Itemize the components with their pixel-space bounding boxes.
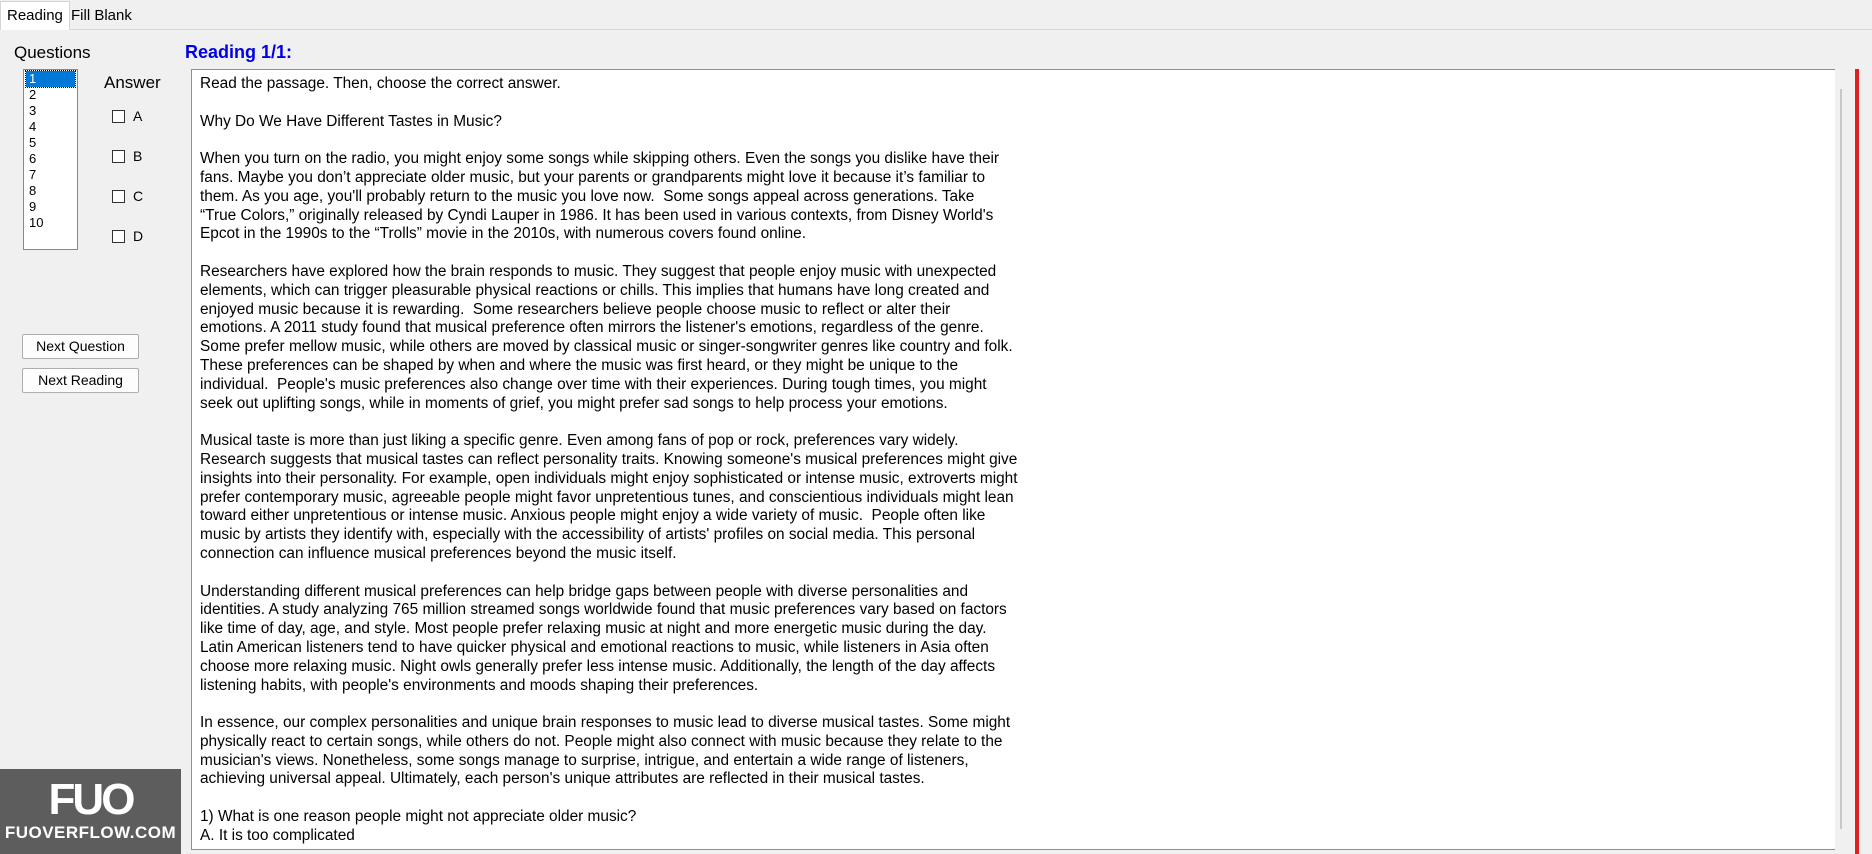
question-item[interactable]: 10 — [26, 215, 75, 231]
passage-scrollbar[interactable] — [1835, 69, 1852, 850]
option-label-d: D — [133, 228, 144, 244]
question-item[interactable]: 6 — [26, 151, 75, 167]
reading-title: Reading 1/1: — [185, 42, 293, 62]
question-item[interactable]: 2 — [26, 87, 75, 103]
option-label-b: B — [133, 148, 143, 164]
scrollbar-thumb[interactable] — [1840, 89, 1842, 829]
answer-option-d[interactable]: D — [112, 227, 143, 245]
question-item[interactable]: 7 — [26, 167, 75, 183]
checkbox-d[interactable] — [112, 229, 125, 243]
checkbox-c[interactable] — [112, 189, 125, 203]
option-label-a: A — [133, 108, 143, 124]
questions-listbox[interactable]: 1 2 3 4 5 6 7 8 9 10 — [23, 69, 78, 250]
tab-reading[interactable]: Reading — [0, 1, 70, 30]
watermark-logo-text: FUO — [48, 775, 136, 824]
answer-option-b[interactable]: B — [112, 147, 142, 165]
watermark-logo: FUO FUOVERFLOW.COM — [0, 769, 181, 854]
watermark-site-text: FUOVERFLOW.COM — [4, 823, 177, 842]
question-item[interactable]: 8 — [26, 183, 75, 199]
accent-bar — [1855, 69, 1859, 854]
question-item[interactable]: 5 — [26, 135, 75, 151]
questions-label: Questions — [14, 43, 91, 62]
answer-option-c[interactable]: C — [112, 187, 143, 205]
question-item[interactable]: 1 — [25, 70, 76, 88]
question-item[interactable]: 4 — [26, 119, 75, 135]
question-item[interactable]: 3 — [26, 103, 75, 119]
tab-strip: Reading Fill Blank — [0, 0, 1872, 30]
tab-fill-blank[interactable]: Fill Blank — [65, 4, 138, 28]
next-question-button[interactable]: Next Question — [22, 334, 139, 359]
checkbox-b[interactable] — [112, 149, 125, 163]
answer-label: Answer — [104, 73, 161, 92]
passage-textbox[interactable]: Read the passage. Then, choose the corre… — [191, 69, 1838, 850]
checkbox-a[interactable] — [112, 109, 125, 123]
next-reading-button[interactable]: Next Reading — [22, 368, 139, 393]
answer-option-a[interactable]: A — [112, 107, 142, 125]
tab-divider — [0, 29, 1872, 30]
option-label-c: C — [133, 188, 144, 204]
passage-text: Read the passage. Then, choose the corre… — [200, 75, 1018, 844]
app-window: Reading Fill Blank Questions 1 2 3 4 5 6… — [0, 0, 1872, 854]
question-item[interactable]: 9 — [26, 199, 75, 215]
